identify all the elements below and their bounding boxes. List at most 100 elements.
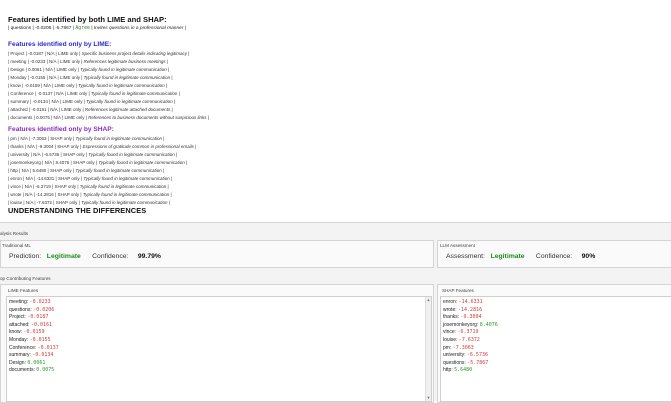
lime-features-list[interactable]: meeting: -0.0233 questions: -0.0206 Projec…	[6, 296, 432, 402]
feature-item[interactable]: summary: -0.0134	[9, 352, 53, 358]
lime-scrollbar[interactable]: ▲ ▼	[425, 297, 431, 401]
feature-name: questions:	[443, 359, 466, 366]
report-line: | know | -0.0159 | N/A | LIME only | Typ…	[8, 83, 168, 88]
feature-item[interactable]: enron: -14.6331	[443, 299, 483, 305]
feature-item[interactable]: wrote: -14.2816	[443, 307, 482, 313]
feature-item[interactable]: attached: -0.0161	[9, 322, 52, 328]
shap-features-label: SHAP Features	[442, 288, 474, 293]
lime-features-panel: LIME Features meeting: -0.0233 questions:…	[0, 284, 434, 403]
feature-name: josemonkeyorg:	[443, 321, 479, 328]
feature-name: vince:	[443, 329, 457, 336]
analysis-app: alysis Results Traditional ML Prediction…	[0, 222, 671, 403]
prediction-row: Prediction: Legitimate Confidence: 99.79…	[9, 253, 161, 260]
report-line: | meeting | -0.0233 | N/A | LIME only | …	[8, 59, 169, 64]
feature-value: -0.0161	[30, 321, 53, 328]
feature-item[interactable]: pm: -7.3063	[443, 345, 474, 351]
feature-name: Conference:	[9, 344, 37, 351]
feature-name: Monday:	[9, 337, 29, 343]
feature-item[interactable]: http: 5.6480	[443, 367, 472, 373]
feature-value: -0.0137	[37, 344, 59, 351]
feature-item[interactable]: meeting: -0.0233	[9, 299, 51, 305]
report-line: | enron | N/A | -14.6331 | SHAP only | T…	[8, 176, 173, 181]
feature-value: -0.0155	[29, 337, 51, 343]
feature-item[interactable]: know: -0.0159	[9, 329, 45, 335]
llm-assessment-panel: LLM Assessment Assessment: Legitimate Co…	[437, 240, 671, 268]
both-title: Features identified by both LIME and SHA…	[8, 15, 167, 24]
feature-item[interactable]: questions: -5.7867	[443, 360, 488, 366]
llm-assessment-label: LLM Assessment	[440, 243, 475, 248]
report-line: | Monday | -0.0155 | N/A | LIME only | T…	[8, 75, 173, 80]
lime-only-title: Features identified only by LIME:	[8, 41, 112, 48]
feature-value: -14.2816	[458, 306, 483, 313]
feature-name: wrote:	[443, 306, 457, 313]
report-line: | josemonkeyorg | N/A | 8.4076 | SHAP on…	[8, 160, 188, 165]
feature-name: know:	[9, 329, 23, 336]
report-line: | vince | N/A | -6.3719 | SHAP only | Ty…	[8, 184, 169, 189]
feature-item[interactable]: documents: 0.0075	[9, 367, 54, 373]
feature-item[interactable]: Project: -0.0187	[9, 314, 48, 320]
feature-item[interactable]: josemonkeyorg: 8.4076	[443, 322, 498, 328]
feature-name: Design:	[9, 359, 26, 366]
report-line: | wrote | N/A | -14.2816 | SHAP only | T…	[8, 192, 172, 197]
feature-name: http:	[443, 367, 453, 374]
feature-value: -0.0206	[33, 306, 55, 313]
feature-item[interactable]: Monday: -0.0155	[9, 337, 51, 343]
shap-only-title: Features identified only by SHAP:	[8, 126, 114, 133]
feature-name: attached:	[9, 321, 30, 328]
feature-value: -6.3719	[457, 329, 479, 336]
feature-name: documents:	[9, 367, 35, 374]
feature-name: pm:	[443, 344, 452, 351]
feature-value: -5.7867	[467, 359, 489, 366]
feature-value: -14.6331	[458, 299, 483, 305]
assessment-row: Assessment: Legitimate Confidence: 90%	[446, 253, 596, 260]
report-line: | pm | N/A | -7.3063 | SHAP only | Typic…	[8, 136, 165, 141]
report-line: | attached | -0.0161 | N/A | LIME only |…	[8, 107, 173, 112]
lime-features-label: LIME Features	[8, 288, 39, 293]
shap-features-panel: SHAP Features enron: -14.6331 wrote: -14.…	[437, 284, 671, 403]
traditional-ml-label: Traditional ML	[2, 243, 31, 248]
feature-item[interactable]: Design: 0.0061	[9, 360, 45, 366]
feature-value: -0.0187	[27, 314, 49, 321]
report-line: | thanks | N/A | -9.3004 | SHAP only | E…	[8, 144, 197, 149]
feature-item[interactable]: louise: -7.6372	[443, 337, 480, 343]
feature-name: Project:	[9, 314, 26, 321]
feature-name: enron:	[443, 299, 458, 305]
scroll-up-icon[interactable]: ▲	[426, 297, 431, 303]
feature-name: summary:	[9, 352, 31, 359]
llm-confidence-value: 90%	[581, 253, 596, 260]
feature-name: university:	[443, 352, 466, 359]
feature-item[interactable]: thanks: -9.3004	[443, 314, 482, 320]
explanation-report: Features identified by both LIME and SHA…	[0, 0, 671, 222]
feature-value: -7.6372	[458, 337, 480, 343]
scroll-down-icon[interactable]: ▼	[426, 395, 431, 401]
feature-value: 8.4076	[479, 321, 498, 328]
report-line: | documents | 0.0075 | N/A | LIME only |…	[8, 115, 209, 120]
feature-value: 0.0061	[27, 359, 46, 366]
feature-value: -7.3063	[452, 344, 474, 351]
report-line: | Design | 0.0061 | N/A | LIME only | Ty…	[8, 67, 170, 72]
feature-value: -0.0134	[32, 352, 54, 359]
prediction-value: Legitimate	[46, 253, 81, 260]
feature-value: 0.0075	[36, 367, 55, 374]
feature-name: thanks:	[443, 314, 460, 321]
feature-value: -0.0233	[29, 299, 51, 305]
report-line: | http | N/A | 5.6480 | SHAP only | Typi…	[8, 168, 165, 173]
confidence-value: 99.79%	[137, 253, 161, 260]
feature-name: meeting:	[9, 299, 29, 305]
report-line: | university | N/A | -6.5736 | SHAP only…	[8, 152, 178, 157]
feature-item[interactable]: university: -6.5736	[443, 352, 488, 358]
feature-item[interactable]: questions: -0.0206	[9, 307, 54, 313]
feature-item[interactable]: vince: -6.3719	[443, 329, 479, 335]
feature-value: -6.5736	[466, 352, 488, 359]
feature-name: louise:	[443, 337, 458, 343]
top-features-label: op Contributing Features	[0, 276, 51, 281]
report-line: | Conference | -0.0137 | N/A | LIME only…	[8, 91, 180, 96]
shap-features-list[interactable]: enron: -14.6331 wrote: -14.2816 thanks: -9…	[440, 296, 671, 402]
assessment-value: Legitimate	[490, 253, 525, 260]
both-line: | questions | -0.0206 | -5.7867 | Agree …	[8, 26, 186, 31]
feature-value: -0.0159	[23, 329, 45, 336]
feature-item[interactable]: Conference: -0.0137	[9, 345, 59, 351]
report-line: | Project | -0.0187 | N/A | LIME only | …	[8, 51, 190, 56]
traditional-ml-panel: Traditional ML Prediction: Legitimate Co…	[0, 240, 434, 268]
analysis-results-label: alysis Results	[0, 231, 29, 236]
